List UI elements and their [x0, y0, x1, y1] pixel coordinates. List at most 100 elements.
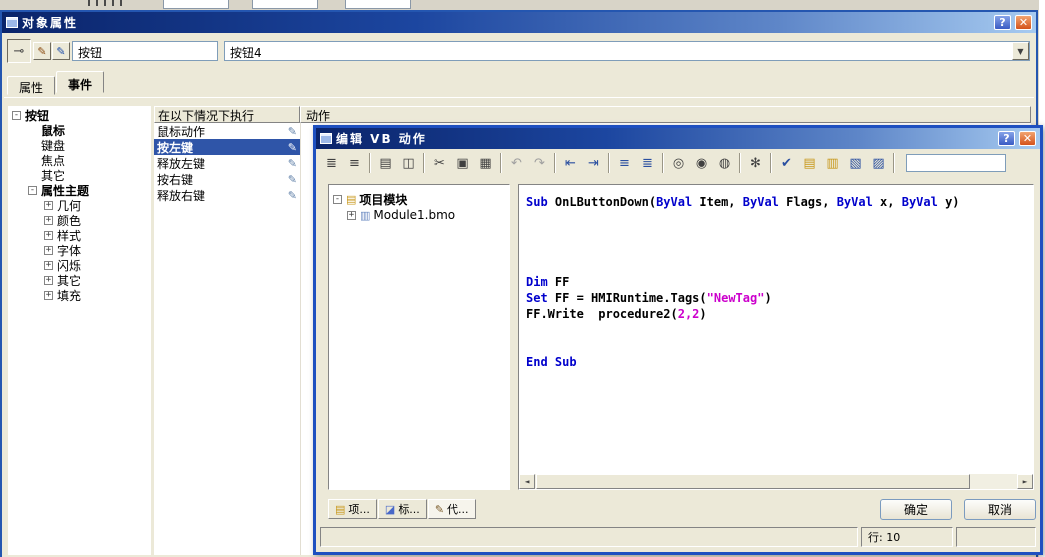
- redo-button[interactable]: ↷: [528, 152, 551, 174]
- import-action-button[interactable]: ▧: [844, 152, 867, 174]
- expand-icon[interactable]: +: [44, 201, 53, 210]
- export-module-button[interactable]: ▤: [798, 152, 821, 174]
- code-segment: ByVal: [836, 195, 873, 209]
- scroll-left-button[interactable]: ◄: [519, 474, 535, 489]
- background-tick: [104, 0, 106, 6]
- vb-titlebar[interactable]: 编辑 VB 动作 ? ✕: [316, 128, 1040, 149]
- tree-item[interactable]: + 几何: [8, 198, 151, 213]
- expand-icon[interactable]: +: [44, 261, 53, 270]
- tab-code-view[interactable]: ✎ 代...: [427, 499, 476, 519]
- find-replace-button[interactable]: ◍: [713, 152, 736, 174]
- toolbar-icons: ≣ ≡ ▤ ◫ ✂ ▣ ▦ ↶ ↷ ⇤ ⇥ ≡ ≣ ◎ ◉ ◍ ✻ ✔ ▤ ▥ ▧ ▨: [320, 152, 898, 174]
- tree-item[interactable]: 鼠标: [8, 123, 151, 138]
- help-button[interactable]: ?: [994, 15, 1011, 30]
- event-trigger-label: 释放右键: [157, 188, 206, 203]
- print-preview-button[interactable]: ◫: [397, 152, 420, 174]
- syntax-check-button[interactable]: ✔: [775, 152, 798, 174]
- expand-icon[interactable]: +: [44, 216, 53, 225]
- tab-tags-view[interactable]: ◪ 标...: [377, 499, 427, 519]
- background-tick: [88, 0, 90, 6]
- cut-button[interactable]: ✂: [428, 152, 451, 174]
- help-button[interactable]: ?: [998, 131, 1015, 146]
- collapse-icon[interactable]: -: [28, 186, 37, 195]
- horizontal-scrollbar[interactable]: ◄ ►: [519, 474, 1033, 489]
- event-cell-trigger: 按右键 ✎: [154, 171, 300, 187]
- titlebar[interactable]: 对象属性 ? ✕: [2, 12, 1036, 33]
- tree-item[interactable]: - 按钮: [8, 108, 151, 123]
- tree-item[interactable]: 键盘: [8, 138, 151, 153]
- code-segment: "NewTag": [706, 291, 765, 305]
- tab-events[interactable]: 事件: [56, 71, 105, 93]
- tree-item[interactable]: + 颜色: [8, 213, 151, 228]
- tree-item[interactable]: + 其它: [8, 273, 151, 288]
- page-setup-button[interactable]: ≣: [320, 152, 343, 174]
- expand-icon[interactable]: +: [44, 231, 53, 240]
- collapse-icon[interactable]: -: [12, 111, 21, 120]
- wizard-pen-button-2[interactable]: ✎: [52, 42, 70, 60]
- tab-properties[interactable]: 属性: [7, 76, 56, 95]
- toolbar-combobox[interactable]: [906, 154, 1006, 172]
- expand-icon[interactable]: +: [44, 246, 53, 255]
- expand-icon[interactable]: +: [44, 291, 53, 300]
- event-trigger-label: 释放左键: [157, 156, 206, 171]
- background-field: [345, 0, 411, 9]
- tree-item[interactable]: + 样式: [8, 228, 151, 243]
- scrollbar-thumb[interactable]: [536, 474, 970, 489]
- pin-button[interactable]: ⊸: [7, 39, 31, 63]
- align-left-button[interactable]: ≡: [613, 152, 636, 174]
- module-tree-item[interactable]: - ▤ 项目模块: [329, 191, 509, 207]
- tab-project-view[interactable]: ▤ 项...: [328, 499, 377, 519]
- tools-button[interactable]: ✻: [744, 152, 767, 174]
- expand-icon[interactable]: +: [347, 210, 356, 220]
- tree-item[interactable]: + 填充: [8, 288, 151, 303]
- code-segment: Sub: [526, 195, 548, 209]
- tree-item[interactable]: 焦点: [8, 153, 151, 168]
- find-button[interactable]: ◎: [667, 152, 690, 174]
- close-button[interactable]: ✕: [1019, 131, 1036, 146]
- tab-label: 项...: [348, 503, 370, 516]
- tree-item[interactable]: + 闪烁: [8, 258, 151, 273]
- indent-button[interactable]: ⇥: [582, 152, 605, 174]
- indent-icon: ⇥: [588, 155, 599, 171]
- code-segment: Set: [526, 291, 548, 305]
- expand-icon[interactable]: +: [44, 276, 53, 285]
- collapse-icon[interactable]: -: [333, 194, 342, 204]
- wizard-pen-button-1[interactable]: ✎: [33, 42, 51, 60]
- scroll-right-button[interactable]: ►: [1017, 474, 1033, 489]
- object-type-field[interactable]: 按钮: [72, 41, 218, 61]
- undo-button[interactable]: ↶: [505, 152, 528, 174]
- format-code-button[interactable]: ≣: [636, 152, 659, 174]
- toolbar-separator: [608, 153, 610, 173]
- close-button[interactable]: ✕: [1015, 15, 1032, 30]
- action-script-icon: ✎: [287, 172, 297, 186]
- scrollbar-track[interactable]: [535, 474, 1017, 489]
- print-button[interactable]: ▤: [374, 152, 397, 174]
- import-module-button[interactable]: ▥: [821, 152, 844, 174]
- view-list-button[interactable]: ≡: [343, 152, 366, 174]
- tree-item[interactable]: - 属性主题: [8, 183, 151, 198]
- paste-button[interactable]: ▦: [474, 152, 497, 174]
- object-select-combobox[interactable]: 按钮4 ▼: [224, 41, 1030, 61]
- copy-button[interactable]: ▣: [451, 152, 474, 174]
- code-segment: x,: [872, 195, 902, 209]
- export-action-button[interactable]: ▨: [867, 152, 890, 174]
- tools-icon: ✻: [750, 155, 761, 171]
- column-header-trigger[interactable]: 在以下情况下执行: [154, 106, 300, 123]
- code-editor[interactable]: Sub OnLButtonDown(ByVal Item, ByVal Flag…: [518, 184, 1034, 490]
- tree-item[interactable]: + 字体: [8, 243, 151, 258]
- module-tree-item[interactable]: + ▥ Module1.bmo: [329, 207, 509, 223]
- module-icon: ▥: [360, 208, 371, 222]
- window-icon: [320, 133, 332, 144]
- find-next-button[interactable]: ◉: [690, 152, 713, 174]
- cancel-button[interactable]: 取消: [964, 499, 1036, 520]
- code-segment: End Sub: [526, 355, 577, 369]
- tree-item[interactable]: 其它: [8, 168, 151, 183]
- column-header-action[interactable]: 动作: [300, 106, 1031, 123]
- code-segment: ByVal: [656, 195, 693, 209]
- properties-toolbar: ⊸ ✎ ✎ 按钮 按钮4 ▼: [2, 33, 1036, 69]
- dropdown-arrow-icon[interactable]: ▼: [1012, 42, 1029, 60]
- ok-button[interactable]: 确定: [880, 499, 952, 520]
- find-next-icon: ◉: [695, 155, 708, 171]
- outdent-button[interactable]: ⇤: [559, 152, 582, 174]
